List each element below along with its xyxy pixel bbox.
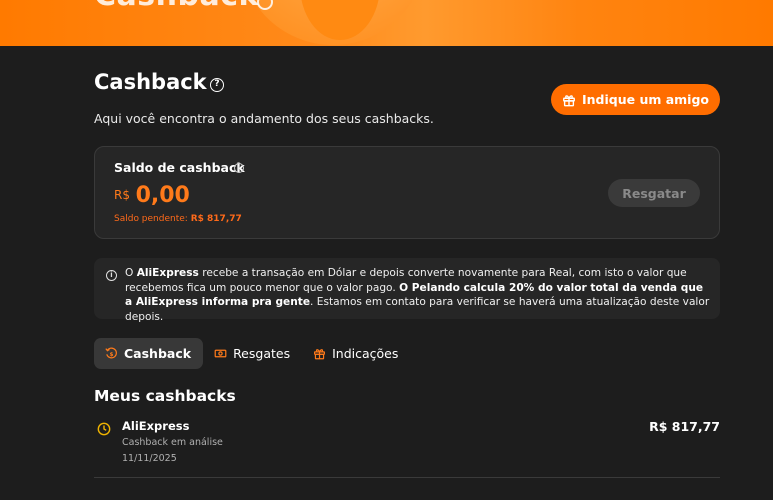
cashback-icon: $ (105, 347, 117, 359)
balance-currency: R$ (114, 188, 130, 202)
notice-text-part: O (125, 267, 137, 279)
list-item[interactable]: AliExpress Cashback em análise 11/11/202… (94, 412, 720, 478)
balance-amount: R$ 0,00 (114, 183, 190, 208)
tab-bar: $ Cashback Resgates Indicações (94, 338, 410, 369)
banner-title: Cashback (94, 0, 259, 13)
tab-cashback[interactable]: $ Cashback (94, 338, 204, 369)
item-amount: R$ 817,77 (649, 419, 720, 434)
tab-resgates-label: Resgates (233, 346, 291, 361)
invite-friend-button[interactable]: Indique um amigo (551, 84, 720, 115)
top-banner: Cashback (0, 0, 773, 46)
balance-card: Saldo de cashback i R$ 0,00 Saldo penden… (94, 146, 720, 239)
item-status: Cashback em análise (122, 437, 223, 448)
page-subtitle: Aqui você encontra o andamento dos seus … (94, 111, 434, 126)
gift-icon (563, 94, 575, 106)
money-icon (214, 349, 227, 358)
info-icon: i (106, 270, 117, 281)
info-notice: i O AliExpress recebe a transação em Dól… (94, 258, 720, 323)
section-title: Meus cashbacks (94, 387, 236, 405)
gift-icon (314, 349, 326, 360)
item-date: 11/11/2025 (122, 453, 177, 464)
page-title: Cashback (94, 70, 207, 94)
tab-indicacoes[interactable]: Indicações (302, 338, 410, 369)
balance-value: 0,00 (135, 183, 190, 208)
invite-friend-label: Indique um amigo (581, 92, 709, 107)
clock-icon (97, 422, 111, 436)
balance-info-icon[interactable]: i (234, 163, 244, 173)
tab-resgates[interactable]: Resgates (203, 338, 302, 369)
pending-label: Saldo pendente: (114, 214, 188, 224)
pending-balance: Saldo pendente: R$ 817,77 (114, 214, 242, 224)
balance-label: Saldo de cashback (114, 160, 245, 175)
redeem-button[interactable]: Resgatar (608, 179, 700, 207)
notice-store-name: AliExpress (136, 267, 199, 279)
pending-value: R$ 817,77 (190, 214, 242, 224)
item-store: AliExpress (122, 419, 190, 433)
svg-text:$: $ (110, 352, 114, 358)
tab-cashback-label: Cashback (124, 346, 192, 361)
notice-text: O AliExpress recebe a transação em Dólar… (125, 266, 710, 324)
tab-indicacoes-label: Indicações (332, 346, 399, 361)
help-icon[interactable]: ? (210, 78, 224, 92)
